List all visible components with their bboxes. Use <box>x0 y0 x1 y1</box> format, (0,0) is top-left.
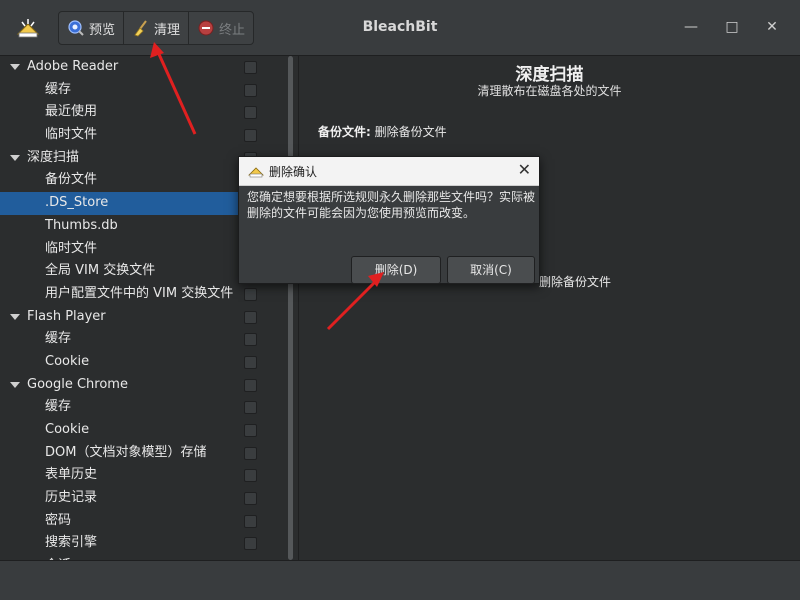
tree-row-checkbox[interactable] <box>244 310 257 324</box>
option-description-fragment: 删除备份文件 <box>539 275 612 289</box>
tree-row-label: .DS_Store <box>45 195 109 211</box>
tree-row-label: Cookie <box>45 353 90 369</box>
tree-row-checkbox[interactable] <box>244 61 257 74</box>
tree-row-label: Cookie <box>45 422 90 437</box>
tree-row-checkbox[interactable] <box>244 287 257 301</box>
expander-triangle-icon[interactable] <box>10 64 20 70</box>
tree-item[interactable]: 历史记录 <box>0 487 268 510</box>
tree-row-label: Google Chrome <box>27 376 128 392</box>
tree-row-label: DOM（文档对象模型）存储 <box>45 444 207 460</box>
expander-triangle-icon[interactable] <box>10 313 20 320</box>
bleachbit-logo-icon <box>248 167 264 178</box>
delete-confirmation-dialog: 删除确认 ✕ 您确定想要根据所选规则永久删除那些文件吗？实际被删除的文件可能会因… <box>238 156 540 284</box>
description-pane: 深度扫描 清理散布在磁盘各处的文件 备份文件: 删除备份文件 删除备份文件 <box>299 56 800 560</box>
tree-row-label: 深度扫描 <box>27 149 80 165</box>
tree-scrollbar[interactable] <box>284 56 298 560</box>
tree-row-label: Adobe Reader <box>27 59 119 74</box>
dialog-close-icon[interactable]: ✕ <box>518 160 531 179</box>
tree-row-label: 历史记录 <box>45 490 98 506</box>
expander-triangle-icon[interactable] <box>10 154 20 161</box>
clean-label: 清理 <box>154 22 181 38</box>
tree-row-checkbox[interactable] <box>244 129 257 143</box>
tree-category[interactable]: Google Chrome <box>0 374 268 397</box>
tree-row-checkbox[interactable] <box>244 333 257 347</box>
tree-item[interactable]: DOM（文档对象模型）存储 <box>0 442 268 465</box>
option-value: 删除备份文件 <box>374 125 447 139</box>
tree-category[interactable]: 深度扫描 <box>0 147 268 170</box>
tree-item[interactable]: .DS_Store <box>0 192 268 215</box>
tree-row-label: 用户配置文件中的 VIM 交换文件 <box>45 285 234 301</box>
tree-item[interactable]: 临时文件 <box>0 238 268 261</box>
status-bar <box>0 560 800 600</box>
tree-row-label: 缓存 <box>45 81 72 97</box>
tree-item[interactable]: 最近使用 <box>0 101 268 124</box>
tree-row-checkbox[interactable] <box>244 106 257 120</box>
header-bar: 预览 清理 终止 BleachBit — □ ✕ <box>0 0 800 56</box>
cancel-button[interactable]: 取消(C) <box>447 256 535 284</box>
tree-item[interactable]: 全局 VIM 交换文件 <box>0 260 268 283</box>
tree-item[interactable]: 缓存 <box>0 396 268 419</box>
bleachbit-logo-icon <box>16 19 40 38</box>
tree-row-checkbox[interactable] <box>244 446 257 460</box>
tree-row-checkbox[interactable] <box>244 514 257 528</box>
maximize-button[interactable]: □ <box>721 16 743 38</box>
close-button[interactable]: ✕ <box>761 16 783 38</box>
tree-item[interactable]: 搜索引擎 <box>0 532 268 555</box>
option-key: 备份文件: <box>318 125 371 139</box>
dialog-titlebar: 删除确认 ✕ <box>239 157 539 186</box>
preview-label: 预览 <box>89 22 116 38</box>
tree-row-label: Flash Player <box>27 308 106 324</box>
tree-row-label: 表单历史 <box>45 467 98 483</box>
tree-row-checkbox[interactable] <box>244 537 257 551</box>
tree-scrollbar-thumb[interactable] <box>288 56 293 560</box>
tree-row-label: 临时文件 <box>45 127 98 143</box>
tree-row-checkbox[interactable] <box>244 424 257 437</box>
tree-row-checkbox[interactable] <box>244 469 257 483</box>
tree-category[interactable]: Flash Player <box>0 306 268 329</box>
clean-button[interactable]: 清理 <box>124 12 190 44</box>
tree-row-label: 全局 VIM 交换文件 <box>45 263 156 279</box>
tree-row-label: 最近使用 <box>45 104 98 120</box>
tree-item[interactable]: 缓存 <box>0 79 268 102</box>
tree-row-checkbox[interactable] <box>244 378 257 392</box>
dialog-title: 删除确认 <box>269 165 318 179</box>
tree-item[interactable]: Thumbs.db <box>0 215 268 238</box>
tree-item[interactable]: 临时文件 <box>0 124 268 147</box>
expander-triangle-icon[interactable] <box>10 381 20 388</box>
stop-label: 终止 <box>219 22 246 38</box>
tree-category[interactable]: Adobe Reader <box>0 56 268 79</box>
tree-row-label: 备份文件 <box>45 172 98 188</box>
tree-item[interactable]: 用户配置文件中的 VIM 交换文件 <box>0 283 268 306</box>
tree-item[interactable]: 缓存 <box>0 328 268 351</box>
tree-row-checkbox[interactable] <box>244 401 257 415</box>
tree-item[interactable]: Cookie <box>0 419 268 442</box>
broom-icon <box>134 20 147 37</box>
stop-icon <box>198 20 214 36</box>
toolbar: 预览 清理 终止 <box>58 11 255 45</box>
stop-button[interactable]: 终止 <box>189 12 253 44</box>
cleaner-tree: Adobe Reader 缓存 最近使用 临时文件 深度扫描 备份文件 .DS_Store T… <box>0 56 268 560</box>
tree-row-label: 临时文件 <box>45 240 98 256</box>
tree-item[interactable]: 表单历史 <box>0 464 268 487</box>
tree-row-label: 密码 <box>45 512 72 528</box>
tree-row-checkbox[interactable] <box>244 355 257 369</box>
minimize-button[interactable]: — <box>680 16 702 38</box>
tree-row-label: 缓存 <box>45 331 72 347</box>
tree-row-label: 搜索引擎 <box>45 535 98 551</box>
preview-icon <box>68 20 84 36</box>
delete-button[interactable]: 删除(D) <box>351 256 441 284</box>
tree-row-label: 缓存 <box>45 399 72 415</box>
tree-row-label: Thumbs.db <box>45 217 118 233</box>
tree-item[interactable]: 密码 <box>0 510 268 533</box>
content-subtitle: 清理散布在磁盘各处的文件 <box>477 84 622 98</box>
dialog-message: 您确定想要根据所选规则永久删除那些文件吗？实际被删除的文件可能会因为您使用预览而… <box>247 190 536 220</box>
tree-row-checkbox[interactable] <box>244 83 257 97</box>
tree-item[interactable]: 备份文件 <box>0 169 268 192</box>
preview-button[interactable]: 预览 <box>59 12 125 44</box>
option-description: 备份文件: 删除备份文件 <box>318 123 447 140</box>
tree-item[interactable]: Cookie <box>0 351 268 374</box>
tree-row-checkbox[interactable] <box>244 492 257 506</box>
